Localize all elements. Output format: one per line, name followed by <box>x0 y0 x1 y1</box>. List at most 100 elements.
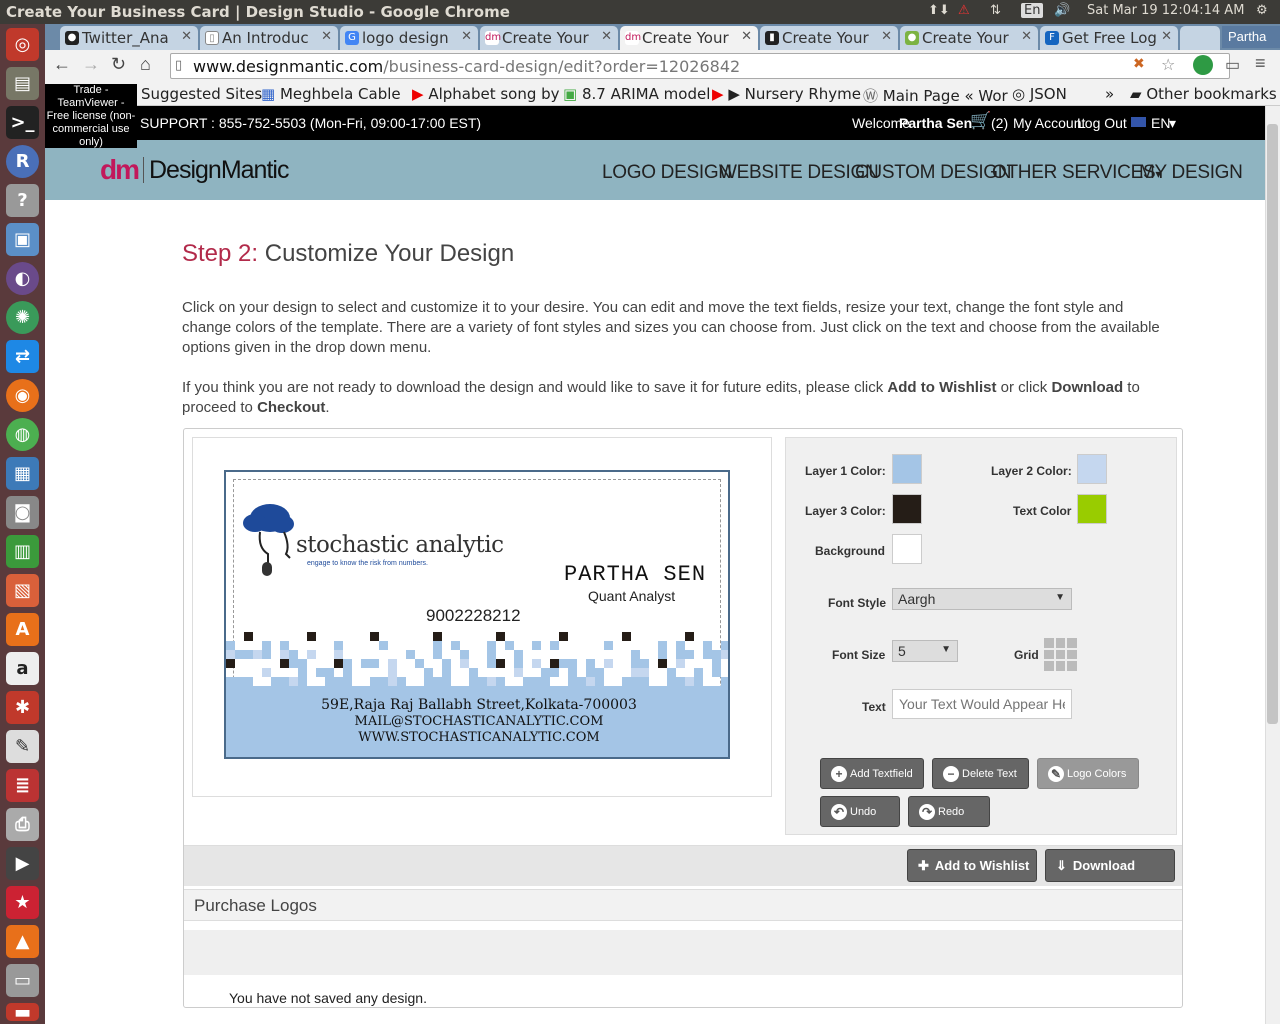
storage-icon[interactable]: ▭ <box>6 964 39 997</box>
logout-link[interactable]: Log Out <box>1077 115 1127 131</box>
back-icon[interactable]: ← <box>53 54 71 75</box>
ubuntu-home-icon[interactable]: ◎ <box>6 28 39 61</box>
calc-icon[interactable]: ▥ <box>6 535 39 568</box>
system-gear-icon[interactable]: ⚙ <box>1256 3 1268 18</box>
logo-colors-button[interactable]: ✎ Logo Colors <box>1037 758 1139 789</box>
bookmark-item[interactable]: ▣ 8.7 ARIMA model <box>563 85 710 103</box>
keyboard-layout[interactable]: En <box>1021 3 1044 18</box>
bookmark-item[interactable]: ◎ JSON <box>1012 85 1067 103</box>
scrollbar-thumb[interactable] <box>1267 124 1278 724</box>
layer1-color-swatch[interactable] <box>892 454 922 484</box>
bookmark-item[interactable]: Ⓦ Main Page « Wor <box>863 85 1008 106</box>
vlc-icon[interactable]: ▲ <box>6 925 39 958</box>
tab[interactable]: dm Create Your ✕ <box>480 26 618 50</box>
new-tab-button[interactable] <box>1180 26 1220 50</box>
tab[interactable]: Glogo design ✕ <box>340 26 478 50</box>
card-company[interactable]: stochastic analytic <box>296 532 504 558</box>
text-color-swatch[interactable] <box>1077 494 1107 524</box>
redo-button[interactable]: ↷ Redo <box>908 796 990 827</box>
nav-logo-design[interactable]: LOGO DESIGN <box>602 162 732 184</box>
brand-logo[interactable]: dm DesignMantic <box>100 154 289 186</box>
layer3-color-swatch[interactable] <box>892 494 922 524</box>
blocked-icon[interactable]: ✖ <box>1133 56 1145 72</box>
close-icon[interactable]: ✕ <box>601 29 612 44</box>
font-style-select[interactable]: Aargh ▼ <box>892 588 1072 610</box>
bookmark-item[interactable]: ▦ Meghbela Cable <box>261 85 401 103</box>
user-name[interactable]: Partha Sen <box>899 115 972 131</box>
other-bookmarks[interactable]: ▰ Other bookmarks <box>1130 85 1277 103</box>
nav-other-services[interactable]: OTHER SERVICES▾ <box>992 162 1161 184</box>
close-icon[interactable]: ✕ <box>321 29 332 44</box>
tab[interactable]: ▯ An Introduc ✕ <box>200 26 338 50</box>
eclipse-icon[interactable]: ◐ <box>6 262 39 295</box>
tab[interactable]: ● Twitter_Ana ✕ <box>60 26 198 50</box>
star-app-icon[interactable]: ★ <box>6 886 39 919</box>
bookmark-item[interactable]: Suggested Sites <box>141 85 262 103</box>
warning-icon[interactable]: ⚠ <box>958 3 970 18</box>
bookmarks-overflow[interactable]: » <box>1105 85 1114 103</box>
forward-icon[interactable]: → <box>82 54 100 75</box>
card-tagline[interactable]: engage to know the risk from numbers. <box>307 560 428 567</box>
cast-icon[interactable]: ▭ <box>1225 55 1240 75</box>
r-icon[interactable]: R <box>6 145 39 178</box>
nav-custom-design[interactable]: CUSTOM DESIGN <box>855 162 1012 184</box>
layers-icon[interactable]: ≣ <box>6 769 39 802</box>
firefox-icon[interactable]: ◉ <box>6 379 39 412</box>
tab[interactable]: ▮ Create Your ✕ <box>760 26 898 50</box>
business-card[interactable]: stochastic analytic engage to know the r… <box>224 470 730 759</box>
card-name[interactable]: PARTHA SEN <box>564 562 706 587</box>
close-icon[interactable]: ✕ <box>181 29 192 44</box>
text-input[interactable] <box>892 689 1072 719</box>
extension-icon[interactable] <box>1193 55 1213 75</box>
language-select[interactable]: EN <box>1151 115 1170 131</box>
unknown-app-icon[interactable]: ? <box>6 184 39 217</box>
box-icon[interactable]: ▣ <box>6 223 39 256</box>
clock[interactable]: Sat Mar 19 12:04:14 AM <box>1087 3 1244 18</box>
reload-icon[interactable]: ↻ <box>111 54 126 75</box>
atom-icon[interactable]: ✺ <box>6 301 39 334</box>
download-button[interactable]: ⇓ Download <box>1045 849 1175 882</box>
tab[interactable]: F Get Free Log ✕ <box>1040 26 1178 50</box>
close-icon[interactable]: ✕ <box>1021 29 1032 44</box>
files-icon[interactable]: ▤ <box>6 67 39 100</box>
pixel-pattern-layer[interactable] <box>226 632 730 694</box>
editor-icon[interactable]: ✎ <box>6 730 39 763</box>
software-center-icon[interactable]: A <box>6 613 39 646</box>
profile-button[interactable]: Partha <box>1222 26 1280 48</box>
chrome-icon[interactable]: ◍ <box>6 418 39 451</box>
font-size-select[interactable]: 5 ▼ <box>892 640 958 662</box>
network-icon[interactable]: ⬆⬇ <box>928 3 950 18</box>
add-textfield-button[interactable]: + Add Textfield <box>820 758 924 789</box>
cart-count[interactable]: (2) <box>991 115 1008 131</box>
settings-icon[interactable]: ✱ <box>6 691 39 724</box>
trash-icon[interactable]: ▬ <box>6 1002 39 1023</box>
amazon-icon[interactable]: a <box>6 652 39 685</box>
undo-button[interactable]: ↶ Undo <box>820 796 900 827</box>
my-account-link[interactable]: My Account <box>1013 115 1085 131</box>
address-bar[interactable]: ▯ www.designmantic.com/business-card-des… <box>170 53 1230 79</box>
delete-text-button[interactable]: − Delete Text <box>932 758 1029 789</box>
tab-active[interactable]: dm Create Your ✕ <box>620 26 758 50</box>
card-phone[interactable]: 9002228212 <box>426 606 521 626</box>
add-to-wishlist-button[interactable]: ✚ Add to Wishlist <box>907 849 1037 882</box>
tab[interactable]: ● Create Your ✕ <box>900 26 1038 50</box>
close-icon[interactable]: ✕ <box>741 29 752 44</box>
menu-icon[interactable]: ≡ <box>1255 53 1266 74</box>
writer-icon[interactable]: ▦ <box>6 457 39 490</box>
chevron-down-icon[interactable]: ▾ <box>1169 115 1176 132</box>
card-role[interactable]: Quant Analyst <box>588 588 675 604</box>
close-icon[interactable]: ✕ <box>461 29 472 44</box>
terminal-icon[interactable]: >_ <box>6 106 39 139</box>
card-website[interactable]: WWW.STOCHASTICANALYTIC.COM <box>226 730 728 745</box>
teamviewer-icon[interactable]: ⇄ <box>6 340 39 373</box>
card-address[interactable]: 59E,Raja Raj Ballabh Street,Kolkata-7000… <box>226 697 728 713</box>
cart-icon[interactable]: 🛒 <box>970 111 991 131</box>
bookmark-item[interactable]: ▶ Alphabet song by <box>412 85 560 103</box>
close-icon[interactable]: ✕ <box>1161 29 1172 44</box>
bookmark-item[interactable]: ▶ ▶ Nursery Rhyme <box>712 85 861 103</box>
cloud-head-logo-icon[interactable] <box>240 498 300 578</box>
camera-icon[interactable]: ◙ <box>6 496 39 529</box>
bookmark-star-icon[interactable]: ☆ <box>1161 55 1175 74</box>
nav-my-design[interactable]: MY DESIGN <box>1139 162 1243 184</box>
volume-icon[interactable]: 🔊 <box>1054 3 1070 18</box>
